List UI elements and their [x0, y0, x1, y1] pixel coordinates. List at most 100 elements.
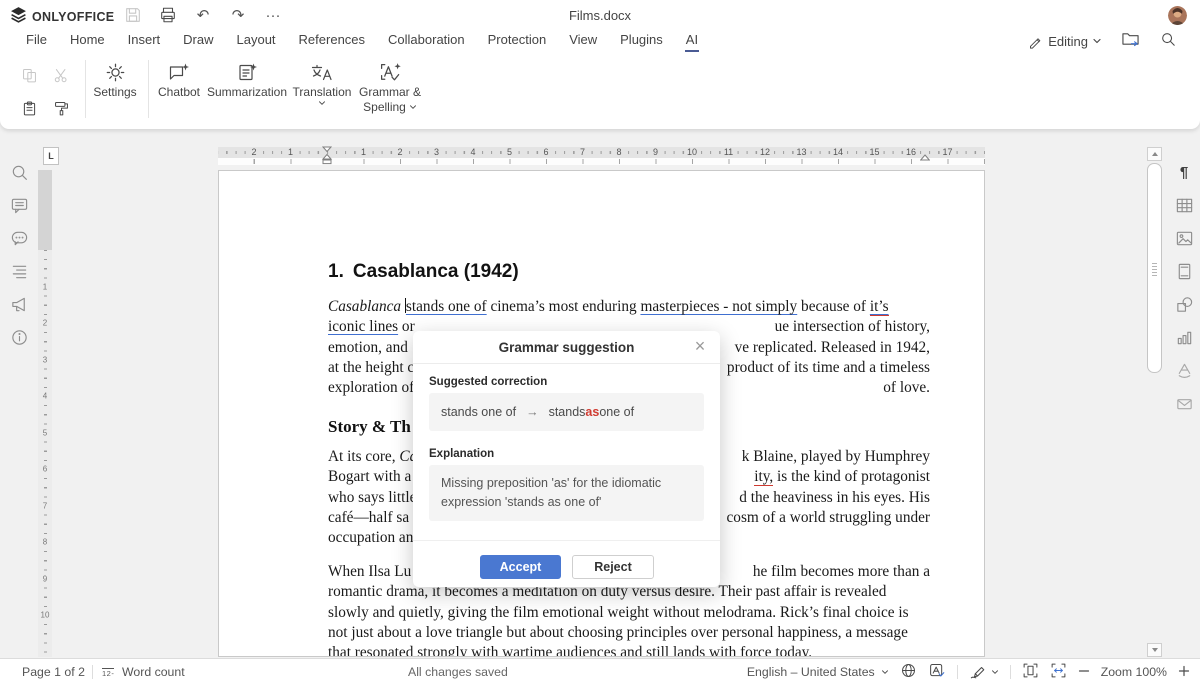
doc-line: that resonated strongly with wartime aud… — [328, 643, 930, 657]
feedback-icon[interactable] — [9, 294, 29, 314]
search-icon[interactable] — [1160, 31, 1176, 52]
track-changes-toggle[interactable] — [969, 664, 999, 680]
menu-collaboration[interactable]: Collaboration — [387, 30, 466, 52]
menu-home[interactable]: Home — [69, 30, 106, 52]
chart-settings-icon[interactable] — [1174, 327, 1194, 347]
horizontal-ruler[interactable]: 211234567891011121314151617 — [218, 147, 985, 165]
scrollbar-thumb[interactable] — [1147, 163, 1162, 373]
menu-insert[interactable]: Insert — [127, 30, 162, 52]
zoom-level[interactable]: Zoom 100% — [1101, 665, 1167, 679]
menu-plugins[interactable]: Plugins — [619, 30, 664, 52]
tab-stop-selector[interactable]: L — [43, 147, 59, 165]
heading-number: 1. — [328, 261, 344, 282]
editing-mode-selector[interactable]: Editing — [1028, 34, 1101, 49]
avatar[interactable] — [1168, 6, 1187, 25]
ruler-number: 10 — [685, 147, 699, 158]
quick-access-toolbar: ↶ ↷ ··· — [123, 4, 283, 26]
menu-ai[interactable]: AI — [685, 30, 699, 52]
chatbot-icon — [168, 62, 190, 83]
indent-marker-left[interactable] — [322, 146, 332, 165]
reject-button[interactable]: Reject — [572, 555, 654, 579]
open-file-location-icon[interactable] — [1121, 30, 1140, 52]
summarization-label: Summarization — [207, 86, 287, 98]
table-settings-icon[interactable] — [1174, 195, 1194, 215]
headings-navigation-icon[interactable] — [9, 261, 29, 281]
status-bar: Page 1 of 2 12- Word count All changes s… — [0, 658, 1200, 685]
suggested-correction-label: Suggested correction — [429, 376, 547, 388]
explanation-box: Missing preposition 'as' for the idiomat… — [429, 465, 704, 521]
scroll-down-button[interactable] — [1147, 643, 1162, 657]
ruler-number: 15 — [867, 147, 881, 158]
menu-file[interactable]: File — [25, 30, 48, 52]
paragraph-settings-icon[interactable]: ¶ — [1174, 162, 1194, 182]
ruler-number: 14 — [831, 147, 845, 158]
doc-heading-1: 1.Casablanca (1942) — [328, 261, 519, 283]
zoom-out-button[interactable] — [1078, 665, 1090, 680]
translation-icon — [310, 62, 334, 83]
menu-view[interactable]: View — [568, 30, 598, 52]
menu-draw[interactable]: Draw — [182, 30, 214, 52]
page-indicator[interactable]: Page 1 of 2 — [22, 659, 85, 685]
grammar-spelling-button[interactable]: Grammar & Spelling — [345, 62, 435, 113]
ruler-number: 3 — [38, 355, 52, 364]
logo-text: ONLYOFFICE — [32, 10, 114, 24]
ruler-number: 4 — [38, 392, 52, 401]
mail-merge-icon[interactable] — [1174, 393, 1194, 413]
save-status: All changes saved — [408, 659, 508, 685]
header-footer-settings-icon[interactable] — [1174, 261, 1194, 281]
summarization-icon — [236, 62, 258, 83]
chevron-down-icon — [991, 670, 999, 675]
vertical-ruler[interactable]: 12345678910 — [38, 170, 52, 657]
dialog-header[interactable]: Grammar suggestion × — [413, 331, 720, 364]
fit-page-icon[interactable] — [1022, 662, 1039, 682]
more-actions-icon[interactable]: ··· — [263, 5, 283, 25]
chat-icon[interactable] — [9, 228, 29, 248]
ruler-number: 10 — [38, 611, 52, 620]
shape-settings-icon[interactable] — [1174, 294, 1194, 314]
menu-layout[interactable]: Layout — [236, 30, 277, 52]
language-selector[interactable]: English – United States — [747, 659, 889, 685]
paste-icon[interactable] — [21, 100, 39, 118]
word-count-button[interactable]: Word count — [122, 659, 185, 685]
editing-mode-label: Editing — [1048, 34, 1088, 49]
ruler-number: 2 — [249, 147, 258, 158]
grammar-spelling-label: Grammar & — [359, 86, 421, 98]
scroll-up-button[interactable] — [1147, 147, 1162, 161]
ruler-number: 9 — [651, 147, 660, 158]
comments-icon[interactable] — [9, 195, 29, 215]
about-icon[interactable] — [9, 327, 29, 347]
fit-width-icon[interactable] — [1050, 662, 1067, 682]
gear-icon — [105, 62, 126, 83]
ruler-number: 1 — [359, 147, 368, 158]
text-art-settings-icon[interactable] — [1174, 360, 1194, 380]
save-icon[interactable] — [123, 5, 143, 25]
ruler-number: 2 — [38, 319, 52, 328]
ruler-number: 8 — [614, 147, 623, 158]
image-settings-icon[interactable] — [1174, 228, 1194, 248]
doc-line: slowly and quietly, giving the film emot… — [328, 603, 930, 623]
onlyoffice-logo-icon — [10, 6, 27, 28]
accept-button[interactable]: Accept — [480, 555, 561, 579]
redo-icon[interactable]: ↷ — [228, 5, 248, 25]
document-language-icon[interactable] — [900, 662, 917, 682]
spell-check-icon[interactable] — [928, 662, 946, 682]
ruler-number: 1 — [286, 147, 295, 158]
dialog-divider — [413, 540, 720, 541]
find-icon[interactable] — [9, 162, 29, 182]
menu-references[interactable]: References — [298, 30, 366, 52]
zoom-in-button[interactable] — [1178, 665, 1190, 680]
menu-protection[interactable]: Protection — [487, 30, 548, 52]
format-painter-icon[interactable] — [53, 100, 71, 118]
chatbot-label: Chatbot — [158, 86, 200, 98]
ruler-number: 3 — [432, 147, 441, 158]
indent-marker-right[interactable] — [920, 154, 930, 165]
print-icon[interactable] — [158, 5, 178, 25]
undo-icon[interactable]: ↶ — [193, 5, 213, 25]
grammar-spelling-icon — [379, 62, 402, 83]
chevron-down-icon — [881, 670, 889, 675]
language-label: English – United States — [747, 665, 875, 679]
close-icon[interactable]: × — [690, 336, 710, 356]
ruler-number: 9 — [38, 574, 52, 583]
statusbar-divider — [92, 665, 93, 679]
dialog-title: Grammar suggestion — [499, 340, 635, 355]
